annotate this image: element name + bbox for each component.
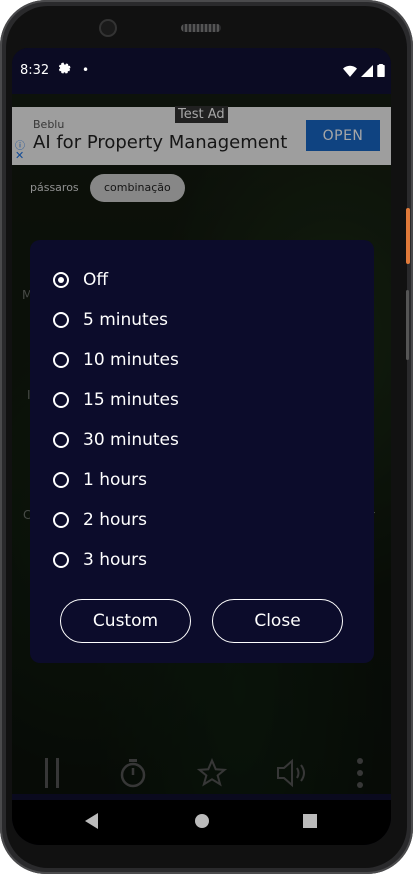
- recents-icon[interactable]: [302, 812, 318, 834]
- radio-button[interactable]: [53, 272, 69, 288]
- option-label: 2 hours: [83, 510, 148, 530]
- radio-button[interactable]: [53, 552, 69, 568]
- option-label: 3 hours: [83, 550, 148, 570]
- android-nav-bar: [12, 800, 391, 845]
- timer-option-15-minutes[interactable]: 15 minutes: [53, 385, 179, 415]
- option-label: 5 minutes: [83, 310, 169, 330]
- power-button: [406, 208, 410, 264]
- signal-icon: [361, 64, 373, 77]
- radio-button[interactable]: [53, 512, 69, 528]
- back-icon[interactable]: [84, 812, 100, 834]
- notification-dot: •: [82, 63, 90, 77]
- gear-icon: [58, 62, 71, 79]
- front-camera: [101, 21, 115, 35]
- timer-option-1-hours[interactable]: 1 hours: [53, 465, 147, 495]
- screen: 8:32 • Test Ad Beblu AI for Property Man…: [12, 48, 391, 845]
- option-label: 30 minutes: [83, 430, 179, 450]
- status-time: 8:32: [20, 63, 50, 78]
- timer-option-10-minutes[interactable]: 10 minutes: [53, 345, 179, 375]
- option-label: 1 hours: [83, 470, 148, 490]
- status-right-icons: [343, 64, 385, 77]
- radio-button[interactable]: [53, 432, 69, 448]
- timer-option-3-hours[interactable]: 3 hours: [53, 545, 147, 575]
- custom-button[interactable]: Custom: [60, 599, 191, 643]
- timer-option-2-hours[interactable]: 2 hours: [53, 505, 147, 535]
- close-button[interactable]: Close: [212, 599, 343, 643]
- phone-frame: 8:32 • Test Ad Beblu AI for Property Man…: [0, 0, 413, 874]
- radio-button[interactable]: [53, 312, 69, 328]
- sleep-timer-dialog: Off 5 minutes 10 minutes 15 minutes 30 m…: [30, 240, 374, 663]
- radio-button[interactable]: [53, 472, 69, 488]
- earpiece-speaker: [181, 24, 221, 32]
- radio-button[interactable]: [53, 352, 69, 368]
- battery-icon: [377, 64, 385, 77]
- wifi-icon: [343, 65, 357, 77]
- option-label: 10 minutes: [83, 350, 179, 370]
- timer-option-5-minutes[interactable]: 5 minutes: [53, 305, 168, 335]
- timer-option-off[interactable]: Off: [53, 265, 108, 295]
- timer-option-30-minutes[interactable]: 30 minutes: [53, 425, 179, 455]
- option-label: 15 minutes: [83, 390, 179, 410]
- option-label: Off: [83, 270, 109, 290]
- radio-button[interactable]: [53, 392, 69, 408]
- status-bar: 8:32 •: [12, 48, 391, 94]
- volume-button: [406, 290, 409, 360]
- home-icon[interactable]: [194, 812, 210, 834]
